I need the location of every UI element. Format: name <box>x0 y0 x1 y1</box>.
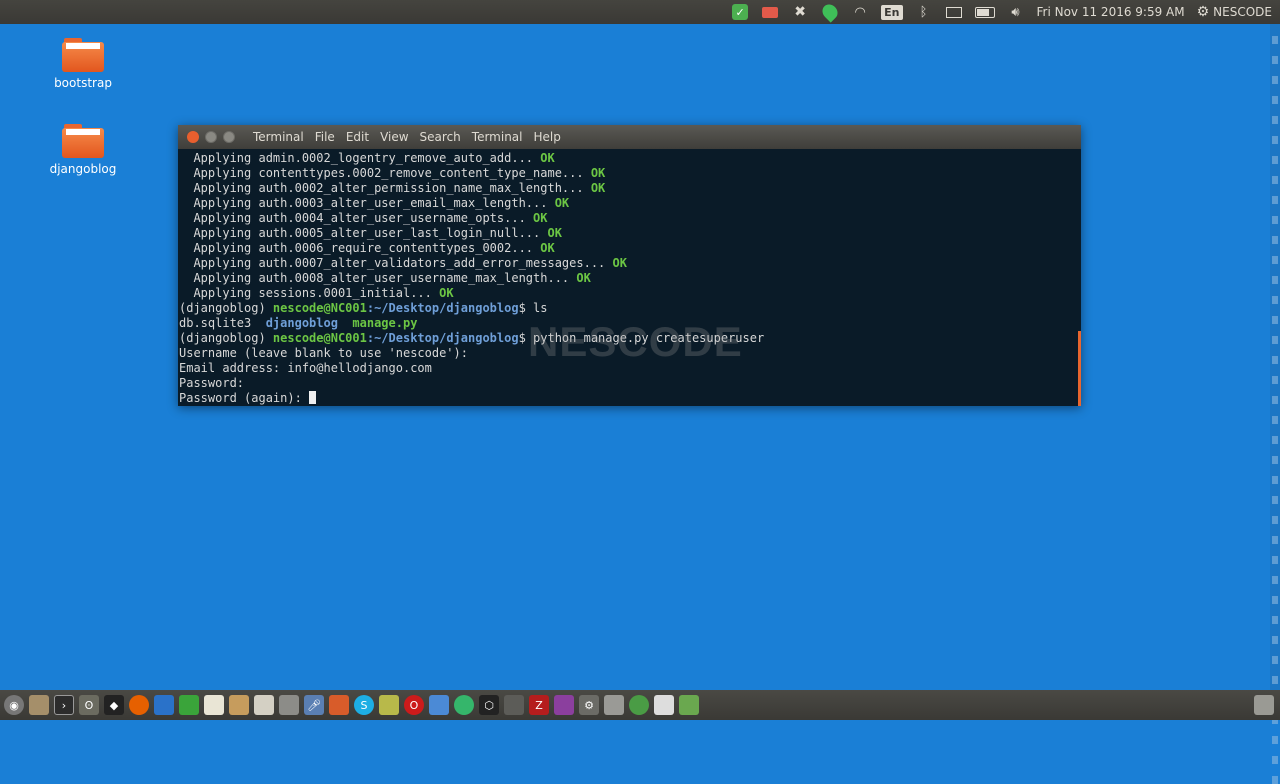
migration-line: Applying auth.0008_alter_user_username_m… <box>179 271 591 285</box>
wifi-icon[interactable]: ◠ <box>851 0 869 24</box>
opera-icon[interactable]: O <box>404 695 424 715</box>
text-editor-icon[interactable] <box>204 695 224 715</box>
menu-view[interactable]: View <box>380 130 408 144</box>
menu-terminal[interactable]: Terminal <box>472 130 523 144</box>
document-icon[interactable] <box>504 695 524 715</box>
text-cursor <box>309 391 317 404</box>
volume-icon[interactable]: 🔊︎ <box>1007 0 1025 24</box>
migration-line: Applying auth.0003_alter_user_email_max_… <box>179 196 570 210</box>
screen-recorder-icon[interactable] <box>554 695 574 715</box>
dash-icon[interactable]: ◉ <box>4 695 24 715</box>
chat-icon[interactable] <box>454 695 474 715</box>
menu-terminal-app[interactable]: Terminal <box>253 130 304 144</box>
keyboard-layout-indicator[interactable]: En <box>881 0 903 24</box>
top-panel: ✓ ✖ ◠ En ᛒ 🔊︎ Fri Nov 11 2016 9:59 AM ⚙ … <box>0 0 1280 24</box>
terminal-icon[interactable]: › <box>54 695 74 715</box>
menu-help[interactable]: Help <box>534 130 561 144</box>
gear-icon: ⚙ <box>1196 4 1210 20</box>
dropbox-icon[interactable]: ✖ <box>791 0 809 24</box>
bluetooth-icon[interactable]: ᛒ <box>915 0 933 24</box>
folder-icon <box>62 124 104 158</box>
filezilla-icon[interactable]: Z <box>529 695 549 715</box>
password-prompt: Password: <box>179 376 245 390</box>
migration-line: Applying auth.0004_alter_user_username_o… <box>179 211 548 225</box>
mail-icon[interactable] <box>945 0 963 24</box>
taskbar: ◉ › ʘ ◆ 🎤︎ S O ⬡ Z ⚙ <box>0 690 1280 720</box>
session-label: NESCODE <box>1213 5 1272 19</box>
firefox-icon[interactable] <box>129 695 149 715</box>
migration-line: Applying auth.0005_alter_user_last_login… <box>179 226 562 240</box>
files-icon[interactable] <box>29 695 49 715</box>
inkscape-icon[interactable]: ◆ <box>104 695 124 715</box>
desktop-icon-label: bootstrap <box>54 76 112 90</box>
tool-icon[interactable] <box>329 695 349 715</box>
menu-edit[interactable]: Edit <box>346 130 369 144</box>
writer-icon[interactable] <box>154 695 174 715</box>
migration-line: Applying admin.0002_logentry_remove_auto… <box>179 151 555 165</box>
tray-leaf-icon[interactable] <box>819 0 841 24</box>
battery-icon[interactable] <box>974 0 995 24</box>
android-icon[interactable] <box>679 695 699 715</box>
desktop-icon-label: djangoblog <box>49 162 117 176</box>
menu-file[interactable]: File <box>315 130 335 144</box>
settings-icon[interactable]: ⚙ <box>579 695 599 715</box>
migration-line: Applying contenttypes.0002_remove_conten… <box>179 166 606 180</box>
virtualbox-icon[interactable] <box>429 695 449 715</box>
minimize-window-button[interactable] <box>205 131 217 143</box>
tray-checkmark-icon[interactable]: ✓ <box>731 0 749 24</box>
system-tray: ✓ ✖ ◠ En ᛒ 🔊︎ Fri Nov 11 2016 9:59 AM ⚙ … <box>731 0 1272 24</box>
migration-line: Applying sessions.0001_initial... OK <box>179 286 454 300</box>
watermark: NESCODE <box>528 318 743 365</box>
archive-icon[interactable] <box>229 695 249 715</box>
menu-search[interactable]: Search <box>420 130 461 144</box>
terminal-window[interactable]: Terminal File Edit View Search Terminal … <box>178 125 1081 406</box>
migration-line: Applying auth.0007_alter_validators_add_… <box>179 256 627 270</box>
migration-line: Applying auth.0002_alter_permission_name… <box>179 181 606 195</box>
prompt-line-ls: (djangoblog) nescode@NC001:~/Desktop/dja… <box>179 301 548 315</box>
clock[interactable]: Fri Nov 11 2016 9:59 AM <box>1037 0 1185 24</box>
clipboard-icon[interactable] <box>254 695 274 715</box>
menu-bar: Terminal File Edit View Search Terminal … <box>253 130 561 144</box>
close-window-button[interactable] <box>187 131 199 143</box>
scrollbar-thumb[interactable] <box>1078 331 1081 406</box>
migration-line: Applying auth.0006_require_contenttypes_… <box>179 241 555 255</box>
gimp-icon[interactable]: ʘ <box>79 695 99 715</box>
home-icon[interactable] <box>654 695 674 715</box>
notes-icon[interactable] <box>379 695 399 715</box>
right-edge-strip <box>1270 24 1280 784</box>
skype-icon[interactable]: S <box>354 695 374 715</box>
trash-like-icon[interactable] <box>279 695 299 715</box>
folder-icon <box>62 38 104 72</box>
cube-icon[interactable]: ⬡ <box>479 695 499 715</box>
trash-icon[interactable] <box>1254 695 1274 715</box>
maximize-window-button[interactable] <box>223 131 235 143</box>
microphone-icon[interactable]: 🎤︎ <box>304 695 324 715</box>
desktop-icon-djangoblog[interactable]: djangoblog <box>38 124 128 176</box>
database-icon[interactable] <box>604 695 624 715</box>
terminal-titlebar[interactable]: Terminal File Edit View Search Terminal … <box>178 125 1081 149</box>
session-menu[interactable]: ⚙ NESCODE <box>1197 0 1272 24</box>
password-again-prompt[interactable]: Password (again): <box>179 391 1081 406</box>
tray-camera-icon[interactable] <box>761 0 779 24</box>
calc-icon[interactable] <box>179 695 199 715</box>
chrome-icon[interactable] <box>629 695 649 715</box>
terminal-output[interactable]: Applying admin.0002_logentry_remove_auto… <box>178 149 1081 406</box>
desktop-icon-bootstrap[interactable]: bootstrap <box>38 38 128 90</box>
